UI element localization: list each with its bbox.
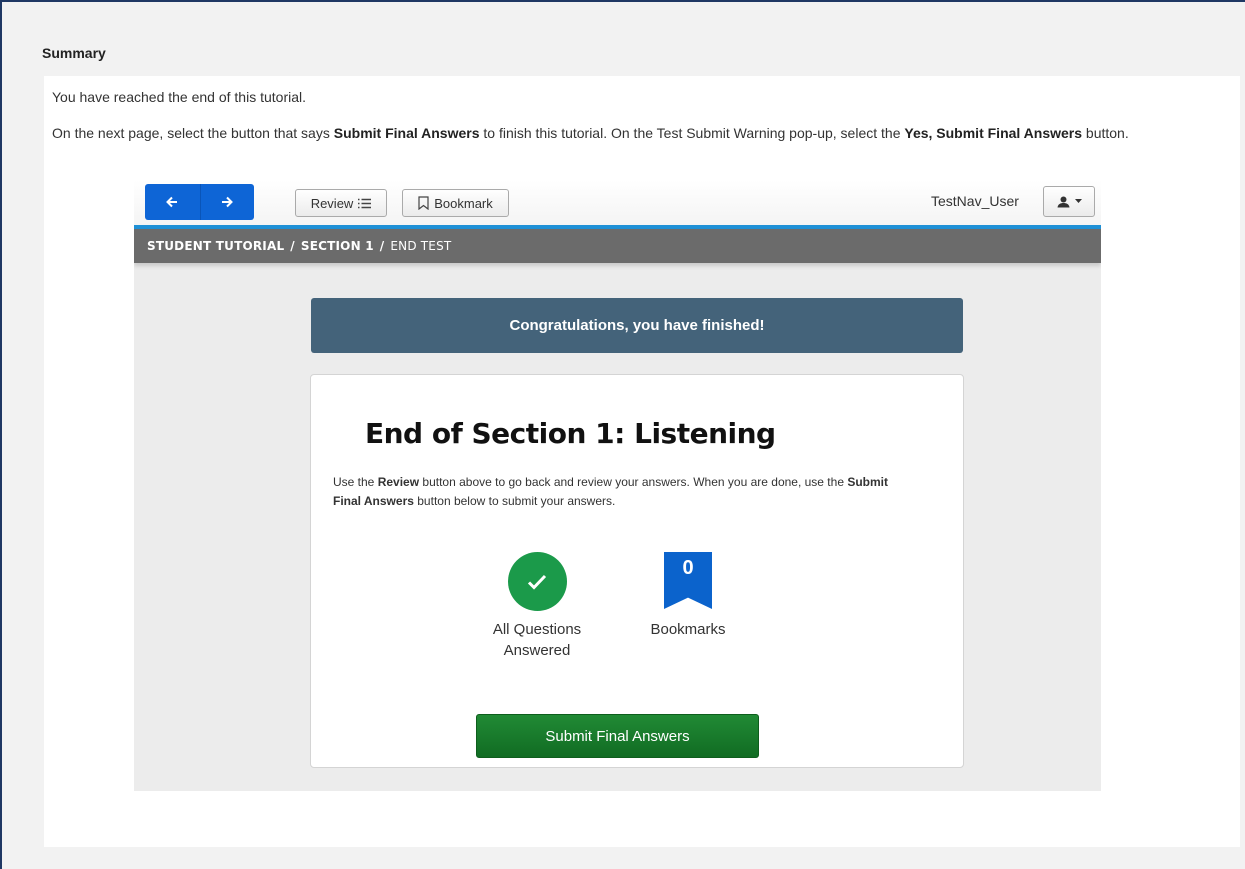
bookmark-button[interactable]: Bookmark [402, 189, 509, 217]
instructions-bold-submit: Submit Final Answers [333, 125, 480, 141]
user-menu-button[interactable] [1043, 186, 1095, 217]
summary-heading: Summary [42, 45, 106, 61]
bookmarks-label: Bookmarks [650, 621, 726, 638]
user-icon [1057, 196, 1069, 207]
nav-button-group [145, 184, 254, 220]
bookmark-icon [418, 196, 429, 210]
breadcrumb-item-end-test: END TEST [390, 239, 452, 253]
answered-label-line1: All Questions [492, 621, 582, 638]
bookmark-count: 0 [682, 557, 694, 579]
bookmarks-status: 0 Bookmarks [633, 552, 743, 640]
review-button-label: Review [310, 195, 354, 211]
answered-status: All Questions Answered [477, 552, 597, 661]
instructions-part3: button. [1082, 125, 1129, 141]
card-title: End of Section 1: Listening [365, 417, 776, 450]
check-circle-icon [507, 552, 567, 611]
congratulations-banner: Congratulations, you have finished! [311, 298, 963, 353]
instructions-part1: On the next page, select the button that… [52, 125, 334, 141]
card-desc-part1: Use the [333, 475, 378, 489]
instructions-bold-yes: Yes, Submit Final Answers [904, 125, 1083, 141]
instructions-part2: to finish this tutorial. On the Test Sub… [479, 125, 905, 141]
breadcrumb-separator: / [290, 239, 295, 253]
testnav-toolbar: Review Bookmark TestNav_User [134, 180, 1101, 226]
review-button[interactable]: Review [295, 189, 387, 217]
back-button[interactable] [145, 184, 200, 220]
answered-label-line2: Answered [503, 642, 571, 659]
section-end-card: End of Section 1: Listening Use the Revi… [310, 374, 964, 768]
instructions-text: On the next page, select the button that… [52, 123, 1172, 143]
next-button[interactable] [199, 184, 254, 220]
user-name: TestNav_User [931, 193, 1019, 209]
card-desc-part3: button below to submit your answers. [413, 494, 616, 508]
intro-text: You have reached the end of this tutoria… [52, 89, 306, 105]
bookmark-ribbon-icon: 0 [664, 552, 712, 609]
breadcrumb: STUDENT TUTORIAL / SECTION 1 / END TEST [134, 229, 1101, 263]
arrow-left-icon [166, 196, 178, 208]
caret-down-icon [1074, 199, 1082, 203]
bookmark-button-label: Bookmark [434, 195, 493, 211]
card-desc-part2: button above to go back and review your … [419, 475, 848, 489]
card-desc-bold-review: Review [377, 475, 420, 489]
breadcrumb-separator: / [379, 239, 385, 253]
breadcrumb-item-tutorial: STUDENT TUTORIAL [147, 239, 285, 253]
list-icon [358, 198, 372, 208]
submit-final-answers-button[interactable]: Submit Final Answers [476, 714, 759, 758]
card-description: Use the Review button above to go back a… [333, 473, 893, 511]
testnav-screenshot: Review Bookmark TestNav_User STUDENT TUT… [134, 180, 1101, 791]
page-frame: Summary You have reached the end of this… [0, 0, 1245, 869]
breadcrumb-item-section: SECTION 1 [300, 239, 374, 253]
arrow-right-icon [222, 196, 234, 208]
